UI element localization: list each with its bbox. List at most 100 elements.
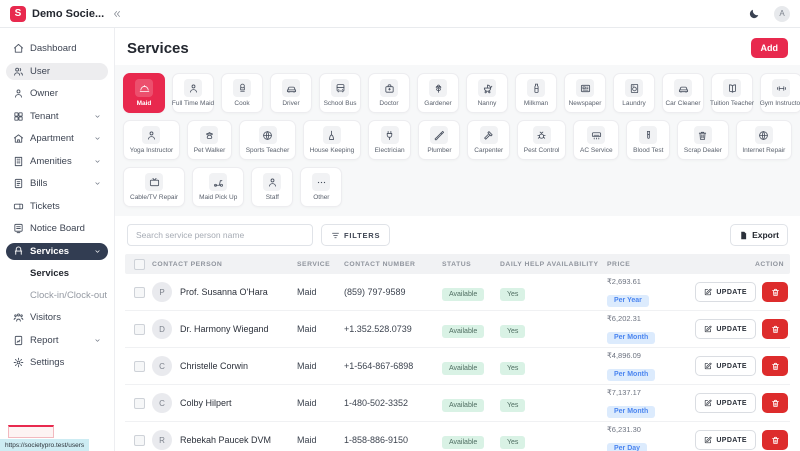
sidebar-item-owner[interactable]: Owner	[6, 85, 108, 102]
service-tile-yoga-instructor[interactable]: Yoga Instructor	[123, 120, 180, 160]
tile-row: Yoga Instructor Pet Walker Sports Teacher H…	[123, 120, 793, 160]
sidebar-item-label: Owner	[30, 88, 58, 99]
service-tile-cable-tv-repair[interactable]: Cable/TV Repair	[123, 167, 186, 207]
column-header: DAILY HELP AVAILABILITY	[500, 260, 599, 268]
table-row: R Rebekah Paucek DVM Maid 1-858-886-9150 Ava…	[125, 422, 790, 451]
delete-button[interactable]	[762, 356, 788, 376]
sidebar-item-visitors[interactable]: Visitors	[6, 309, 108, 326]
service-tile-cook[interactable]: Cook	[221, 73, 263, 113]
service-tile-nanny[interactable]: Nanny	[466, 73, 508, 113]
sidebar-subitem-clock-in-clock-out[interactable]: Clock-in/Clock-out	[6, 287, 108, 303]
sidebar-item-services[interactable]: Services	[6, 242, 108, 260]
service-tile-staff[interactable]: Staff	[251, 167, 294, 207]
status-badge: Available	[442, 288, 485, 301]
row-checkbox-cell	[125, 323, 152, 335]
row-checkbox[interactable]	[134, 360, 145, 372]
row-checkbox[interactable]	[134, 434, 145, 446]
hidden-button-fragment[interactable]	[8, 425, 54, 438]
update-button[interactable]: UPDATE	[695, 393, 756, 413]
dark-mode-toggle-icon[interactable]	[748, 8, 760, 20]
service-tile-tuition-teacher[interactable]: Tuition Teacher	[710, 73, 754, 113]
row-checkbox[interactable]	[134, 323, 145, 335]
service-tile-school-bus[interactable]: School Bus	[319, 73, 361, 113]
sidebar-item-report[interactable]: Report	[6, 332, 108, 349]
update-button[interactable]: UPDATE	[695, 430, 756, 450]
service-tile-carpenter[interactable]: Carpenter	[467, 120, 510, 160]
daily-help-cell: Yes	[500, 283, 607, 301]
user-avatar[interactable]: A	[774, 5, 790, 22]
service-tile-label: Blood Test	[633, 147, 664, 154]
service-tile-label: AC Service	[580, 147, 613, 154]
row-checkbox[interactable]	[134, 286, 145, 298]
service-tile-gardener[interactable]: Gardener	[417, 73, 459, 113]
service-tile-car-cleaner[interactable]: Car Cleaner	[662, 73, 704, 113]
sidebar-collapse-icon[interactable]	[112, 9, 122, 19]
price-cell: ₹6,202.31 Per Month	[607, 314, 687, 344]
service-tile-blood-test[interactable]: Blood Test	[626, 120, 671, 160]
service-tile-other[interactable]: Other	[300, 167, 343, 207]
sidebar-item-apartment[interactable]: Apartment	[6, 130, 108, 147]
add-button[interactable]: Add	[750, 38, 788, 58]
service-tile-full-time-maid[interactable]: Full Time Maid	[172, 73, 214, 113]
tenant-icon	[13, 111, 24, 122]
service-tile-label: Other	[313, 194, 330, 201]
service-tile-label: Maid Pick Up	[199, 194, 238, 201]
sidebar-item-label: Tickets	[30, 200, 60, 212]
service-cell: Maid	[297, 287, 317, 297]
sidebar-subitem-services[interactable]: Services	[6, 265, 108, 281]
tile-row: Maid Full Time Maid Cook Driver School Bus Do…	[123, 73, 800, 113]
update-button[interactable]: UPDATE	[695, 356, 756, 376]
laundry-glyph	[629, 83, 640, 94]
service-tile-electrician[interactable]: Electrician	[367, 120, 412, 160]
sidebar-item-tenant[interactable]: Tenant	[6, 108, 108, 125]
sidebar-item-bills[interactable]: Bills	[6, 175, 108, 192]
update-button[interactable]: UPDATE	[695, 282, 756, 302]
update-button[interactable]: UPDATE	[695, 319, 756, 339]
status-url-tooltip: https://societypro.test/users	[0, 439, 90, 451]
action-cell: UPDATE	[687, 393, 790, 413]
full-time-maid-glyph	[188, 83, 199, 94]
service-tile-newspaper[interactable]: Newspaper	[564, 73, 606, 113]
sidebar-item-amenities[interactable]: Amenities	[6, 153, 108, 170]
filters-button[interactable]: FILTERS	[321, 224, 391, 246]
sidebar-item-notice-board[interactable]: Notice Board	[6, 220, 108, 237]
delete-button[interactable]	[762, 319, 788, 339]
chevron-down-icon	[94, 180, 101, 187]
sidebar-item-label: Bills	[30, 178, 48, 189]
sidebar-item-settings[interactable]: Settings	[6, 354, 108, 371]
service-tile-maid[interactable]: Maid	[123, 73, 165, 113]
gym-instructor-icon	[772, 79, 790, 97]
service-tile-internet-repair[interactable]: Internet Repair	[735, 120, 793, 160]
service-tile-pest-control[interactable]: Pest Control	[516, 120, 567, 160]
service-tile-scrap-dealer[interactable]: Scrap Dealer	[677, 120, 729, 160]
service-tile-maid-pick-up[interactable]: Maid Pick Up	[192, 167, 245, 207]
service-tile-label: School Bus	[323, 100, 357, 107]
service-tile-gym-instructor[interactable]: Gym Instructor	[760, 73, 800, 113]
delete-button[interactable]	[762, 393, 788, 413]
service-tile-doctor[interactable]: Doctor	[368, 73, 410, 113]
sidebar-item-tickets[interactable]: Tickets	[6, 198, 108, 215]
service-tile-house-keeping[interactable]: House Keeping	[303, 120, 361, 160]
service-tile-laundry[interactable]: Laundry	[613, 73, 655, 113]
column-header: ACTION	[754, 260, 784, 268]
sports-teacher-icon	[258, 126, 277, 144]
row-checkbox[interactable]	[134, 397, 145, 409]
delete-button[interactable]	[762, 282, 788, 302]
sidebar-item-user[interactable]: User	[6, 62, 108, 80]
service-tile-ac-service[interactable]: AC Service	[573, 120, 620, 160]
service-tile-milkman[interactable]: Milkman	[515, 73, 557, 113]
export-button[interactable]: Export	[730, 224, 788, 246]
service-tile-pet-walker[interactable]: Pet Walker	[186, 120, 233, 160]
milkman-icon	[527, 79, 545, 97]
select-all-checkbox[interactable]	[134, 258, 145, 270]
service-tile-driver[interactable]: Driver	[270, 73, 312, 113]
toolbar: FILTERS Export	[115, 216, 800, 254]
price-amount: ₹4,896.09	[607, 351, 641, 360]
service-tile-sports-teacher[interactable]: Sports Teacher	[239, 120, 297, 160]
search-input[interactable]	[127, 224, 313, 246]
row-checkbox-cell	[125, 397, 152, 409]
export-file-icon	[739, 231, 748, 240]
sidebar-item-dashboard[interactable]: Dashboard	[6, 40, 108, 57]
delete-button[interactable]	[762, 430, 788, 450]
service-tile-plumber[interactable]: Plumber	[418, 120, 461, 160]
